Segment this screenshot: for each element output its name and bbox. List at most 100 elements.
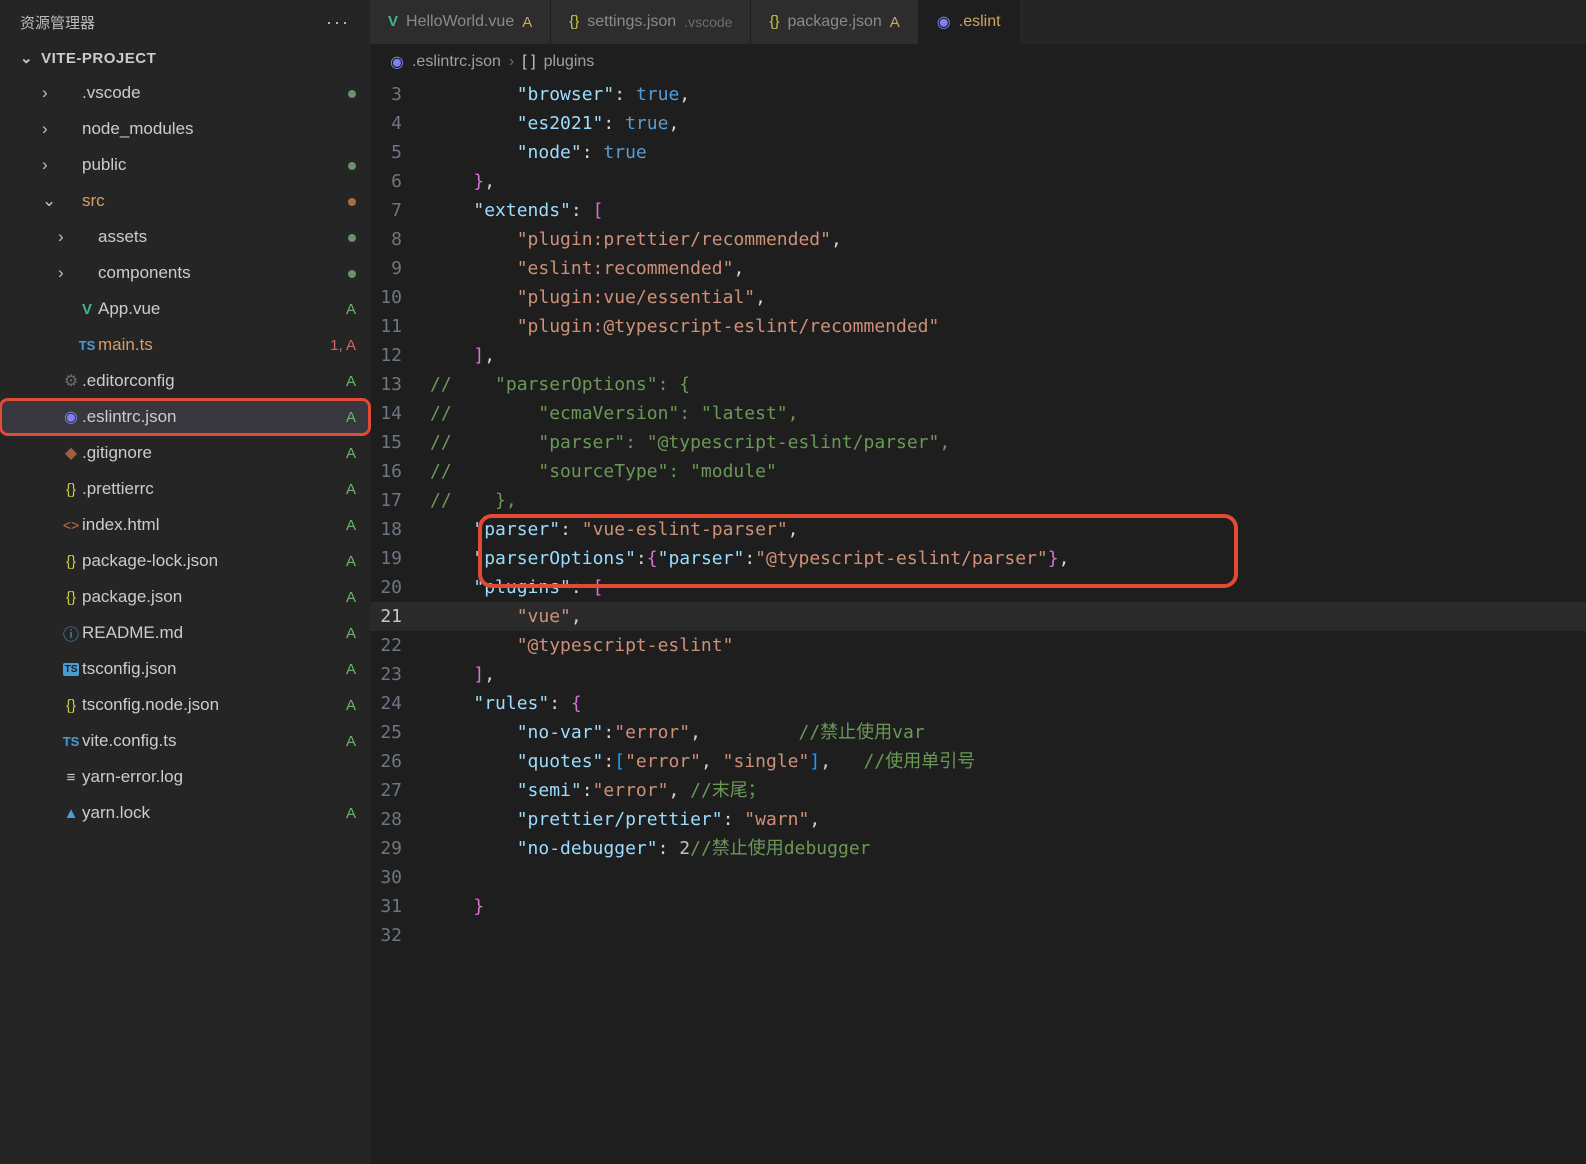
code-line[interactable]: 14// "ecmaVersion": "latest",: [370, 399, 1586, 428]
ts-icon: TS: [60, 734, 82, 749]
tree-item-label: package.json: [82, 587, 346, 607]
code-line[interactable]: 23 ],: [370, 660, 1586, 689]
line-number: 32: [370, 921, 430, 950]
line-number: 3: [370, 80, 430, 109]
tree-item-label: yarn-error.log: [82, 767, 356, 787]
explorer-sidebar: 资源管理器 ··· ⌄ VITE-PROJECT ›.vscode›node_m…: [0, 0, 370, 1164]
code-line[interactable]: 26 "quotes":["error", "single"], //使用单引号: [370, 747, 1586, 776]
git-status: 1, A: [330, 337, 356, 354]
code-line[interactable]: 25 "no-var":"error", //禁止使用var: [370, 718, 1586, 747]
git-status: A: [346, 697, 356, 714]
code-line[interactable]: 3 "browser": true,: [370, 80, 1586, 109]
tree-item--editorconfig[interactable]: ⚙.editorconfigA: [0, 363, 370, 399]
git-icon: ◆: [60, 443, 82, 463]
line-number: 29: [370, 834, 430, 863]
chevron-icon: ›: [58, 263, 76, 283]
code-line[interactable]: 17// },: [370, 486, 1586, 515]
status-dot: [348, 234, 356, 242]
git-status: A: [346, 445, 356, 462]
chevron-right-icon: ›: [509, 53, 514, 71]
tree-item-readme-md[interactable]: ⓘREADME.mdA: [0, 615, 370, 651]
tab-label: HelloWorld.vue: [406, 13, 514, 31]
file-tree: ›.vscode›node_modules›public⌄src›assets›…: [0, 73, 370, 831]
code-line[interactable]: 16// "sourceType": "module": [370, 457, 1586, 486]
tab-helloworld-vue[interactable]: VHelloWorld.vueA: [370, 0, 551, 44]
code-line[interactable]: 28 "prettier/prettier": "warn",: [370, 805, 1586, 834]
line-number: 14: [370, 399, 430, 428]
code-line[interactable]: 15// "parser": "@typescript-eslint/parse…: [370, 428, 1586, 457]
project-name: VITE-PROJECT: [41, 50, 156, 67]
status-dot: [348, 162, 356, 170]
tree-item-public[interactable]: ›public: [0, 147, 370, 183]
tree-item--vscode[interactable]: ›.vscode: [0, 75, 370, 111]
tree-item-app-vue[interactable]: VApp.vueA: [0, 291, 370, 327]
code-line[interactable]: 32: [370, 921, 1586, 950]
tree-item-label: main.ts: [98, 335, 330, 355]
tab-sublabel: .vscode: [684, 14, 732, 30]
code-editor[interactable]: 3 "browser": true,4 "es2021": true,5 "no…: [370, 78, 1586, 1164]
tree-item-label: App.vue: [98, 299, 346, 319]
code-line[interactable]: 6 },: [370, 167, 1586, 196]
code-line[interactable]: 29 "no-debugger": 2//禁止使用debugger: [370, 834, 1586, 863]
git-status: A: [346, 661, 356, 678]
log-icon: ≡: [60, 769, 82, 786]
tab-package-json[interactable]: {}package.jsonA: [751, 0, 918, 44]
code-line[interactable]: 4 "es2021": true,: [370, 109, 1586, 138]
tree-item-tsconfig-node-json[interactable]: {}tsconfig.node.jsonA: [0, 687, 370, 723]
more-icon[interactable]: ···: [326, 12, 350, 33]
tree-item-package-lock-json[interactable]: {}package-lock.jsonA: [0, 543, 370, 579]
line-number: 19: [370, 544, 430, 573]
tree-item--prettierrc[interactable]: {}.prettierrcA: [0, 471, 370, 507]
code-line[interactable]: 30: [370, 863, 1586, 892]
tab-settings-json[interactable]: {}settings.json.vscode: [551, 0, 751, 44]
code-line[interactable]: 27 "semi":"error", //末尾；: [370, 776, 1586, 805]
tree-item-assets[interactable]: ›assets: [0, 219, 370, 255]
code-line[interactable]: 10 "plugin:vue/essential",: [370, 283, 1586, 312]
code-line[interactable]: 21 "vue",: [370, 602, 1586, 631]
code-line[interactable]: 22 "@typescript-eslint": [370, 631, 1586, 660]
chevron-icon: ⌄: [42, 191, 60, 211]
tree-item-src[interactable]: ⌄ src: [0, 183, 370, 219]
tree-item-main-ts[interactable]: TSmain.ts1, A: [0, 327, 370, 363]
line-number: 22: [370, 631, 430, 660]
tree-item--gitignore[interactable]: ◆.gitignoreA: [0, 435, 370, 471]
code-line[interactable]: 5 "node": true: [370, 138, 1586, 167]
project-root[interactable]: ⌄ VITE-PROJECT: [0, 43, 370, 73]
code-line[interactable]: 18 "parser": "vue-eslint-parser",: [370, 515, 1586, 544]
code-line[interactable]: 12 ],: [370, 341, 1586, 370]
tree-item-node-modules[interactable]: ›node_modules: [0, 111, 370, 147]
git-status: A: [346, 481, 356, 498]
tree-item-package-json[interactable]: {}package.jsonA: [0, 579, 370, 615]
tree-item-label: yarn.lock: [82, 803, 346, 823]
tree-item-tsconfig-json[interactable]: TStsconfig.jsonA: [0, 651, 370, 687]
tree-item-label: tsconfig.node.json: [82, 695, 346, 715]
git-status: A: [522, 14, 532, 31]
line-number: 11: [370, 312, 430, 341]
tree-item-yarn-lock[interactable]: ▲yarn.lockA: [0, 795, 370, 831]
tree-item-yarn-error-log[interactable]: ≡yarn-error.log: [0, 759, 370, 795]
code-line[interactable]: 19 "parserOptions":{"parser":"@typescrip…: [370, 544, 1586, 573]
tab--eslint[interactable]: ◉.eslint: [919, 0, 1020, 44]
tree-item-label: components: [98, 263, 348, 283]
tree-item-vite-config-ts[interactable]: TSvite.config.tsA: [0, 723, 370, 759]
json-icon: {}: [60, 589, 82, 606]
code-line[interactable]: 11 "plugin:@typescript-eslint/recommende…: [370, 312, 1586, 341]
code-line[interactable]: 8 "plugin:prettier/recommended",: [370, 225, 1586, 254]
tree-item-label: node_modules: [82, 119, 356, 139]
code-line[interactable]: 13// "parserOptions": {: [370, 370, 1586, 399]
code-line[interactable]: 9 "eslint:recommended",: [370, 254, 1586, 283]
line-number: 4: [370, 109, 430, 138]
code-line[interactable]: 24 "rules": {: [370, 689, 1586, 718]
tree-item-components[interactable]: › components: [0, 255, 370, 291]
tree-item-label: .eslintrc.json: [82, 407, 346, 427]
json-icon: {}: [60, 697, 82, 714]
code-line[interactable]: 20 "plugins": [: [370, 573, 1586, 602]
editor-area: VHelloWorld.vueA{}settings.json.vscode{}…: [370, 0, 1586, 1164]
tree-item-index-html[interactable]: <>index.htmlA: [0, 507, 370, 543]
tree-item-label: src: [82, 191, 348, 211]
html-icon: <>: [60, 517, 82, 533]
code-line[interactable]: 31 }: [370, 892, 1586, 921]
tree-item--eslintrc-json[interactable]: ◉.eslintrc.jsonA: [0, 399, 370, 435]
breadcrumb[interactable]: ◉ .eslintrc.json › [ ] plugins: [370, 44, 1586, 78]
code-line[interactable]: 7 "extends": [: [370, 196, 1586, 225]
